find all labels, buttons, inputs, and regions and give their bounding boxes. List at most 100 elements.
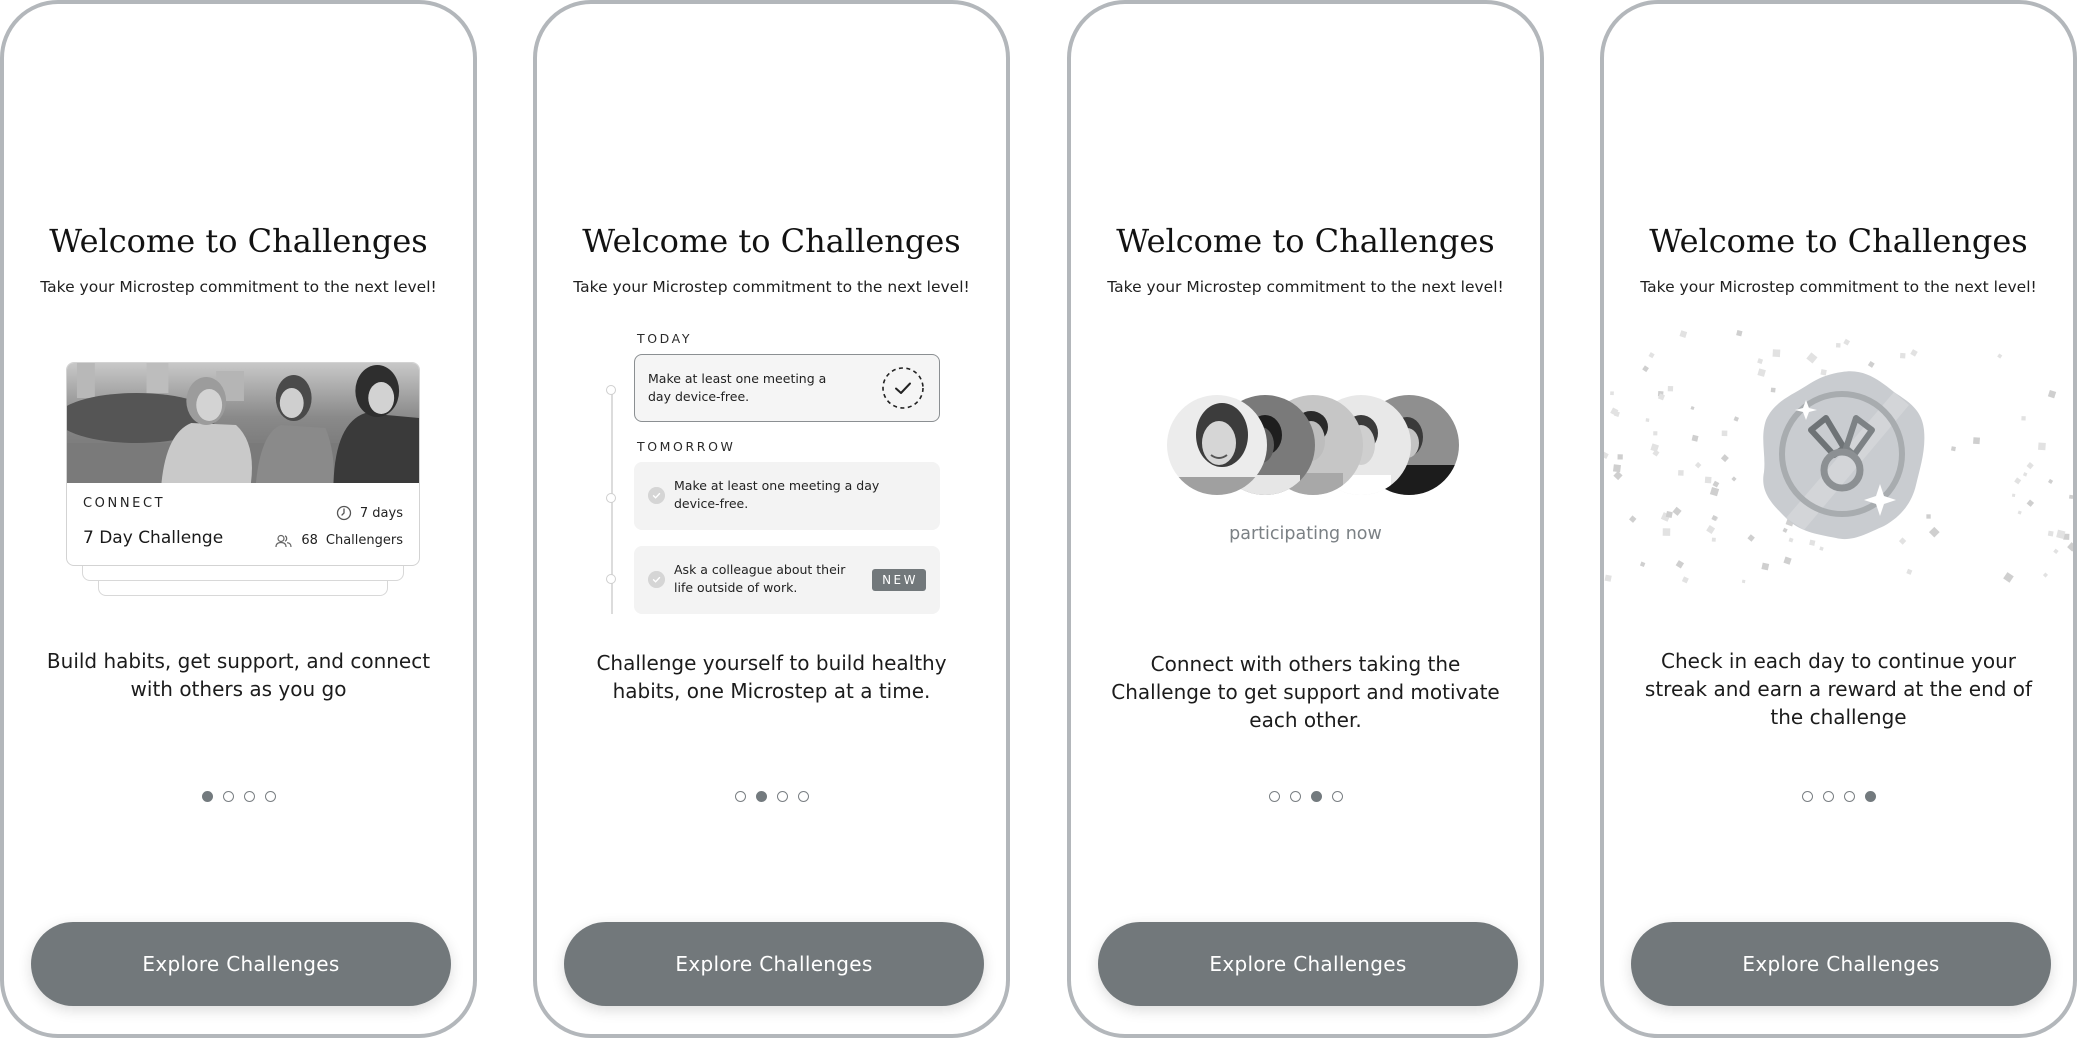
confetti-piece [1650, 443, 1659, 452]
screen-description: Connect with others taking the Challenge… [1111, 652, 1500, 732]
screen-subtitle: Take your Microstep commitment to the ne… [573, 278, 970, 296]
confetti-piece [1843, 338, 1851, 346]
check-in-icon[interactable] [881, 366, 925, 410]
page-dot-1[interactable] [1801, 791, 1813, 802]
confetti-piece [2067, 542, 2073, 552]
onboarding-screen-4: Welcome to Challenges Take your Microste… [1600, 0, 2077, 1038]
tomorrow-step-card[interactable]: Make at least one meeting a day device-f… [634, 462, 940, 530]
page-dot-3[interactable] [1843, 791, 1855, 802]
confetti-piece [2026, 499, 2035, 507]
confetti-piece [2011, 493, 2016, 498]
page-dot-2[interactable] [1289, 791, 1301, 802]
confetti-piece [1709, 486, 1720, 497]
confetti-piece [1681, 576, 1689, 584]
confetti-piece [1757, 358, 1764, 365]
confetti-piece [2022, 472, 2028, 477]
page-dot-4[interactable] [264, 791, 276, 802]
explore-challenges-button[interactable]: Explore Challenges [31, 922, 451, 1006]
confetti-piece [1604, 574, 1612, 582]
page-dot-3[interactable] [776, 791, 788, 802]
page-dot-1[interactable] [734, 791, 746, 802]
confetti-piece [1835, 343, 1841, 348]
confetti-piece [1899, 352, 1906, 359]
confetti-piece [1788, 537, 1794, 543]
confetti-piece [1720, 454, 1729, 463]
page-indicator [537, 791, 1006, 802]
confetti-piece [1645, 418, 1650, 422]
new-badge: NEW [872, 569, 926, 591]
confetti-piece [2021, 416, 2026, 421]
confetti-piece [1926, 514, 1931, 519]
confetti-piece [1675, 560, 1685, 569]
page-dot-4[interactable] [797, 791, 809, 802]
confetti-piece [1733, 416, 1739, 422]
confetti-piece [1665, 510, 1673, 519]
confetti-piece [1662, 528, 1671, 536]
explore-challenges-button[interactable]: Explore Challenges [564, 922, 984, 1006]
page-dot-3[interactable] [243, 791, 255, 802]
confetti-piece [1672, 506, 1682, 516]
confetti-piece [2053, 548, 2059, 554]
page-dot-2[interactable] [222, 791, 234, 802]
screen-description: Check in each day to continue your strea… [1644, 649, 2033, 729]
confetti-piece [1617, 454, 1623, 460]
screen-description: Build habits, get support, and connect w… [46, 649, 431, 701]
confetti-piece [1973, 437, 1980, 445]
step-text: Make at least one meeting a day device-f… [674, 478, 880, 511]
confetti-piece [1604, 451, 1609, 459]
confetti-piece [1819, 546, 1824, 551]
screen-description: Challenge yourself to build healthy habi… [596, 651, 947, 703]
confetti-piece [1731, 476, 1737, 482]
page-dot-1[interactable] [1268, 791, 1280, 802]
onboarding-screen-3: Welcome to Challenges Take your Microste… [1067, 0, 1544, 1038]
challengers-count: 68 Challengers [275, 533, 403, 548]
challengers-label: Challengers [325, 533, 403, 548]
onboarding-screen-1: Welcome to Challenges Take your Microste… [0, 0, 477, 1038]
confetti-piece [2038, 442, 2046, 451]
confetti-piece [1783, 556, 1792, 565]
explore-challenges-button[interactable]: Explore Challenges [1098, 922, 1518, 1006]
avatar [1167, 395, 1267, 495]
challenge-card[interactable]: CONNECT 7 Day Challenge 7 days 68 Challe… [66, 362, 420, 566]
page-indicator [4, 791, 473, 802]
confetti-piece [1610, 391, 1614, 396]
group-photo-icon [67, 363, 419, 483]
confetti-piece [1629, 515, 1637, 523]
confetti-piece [1653, 431, 1658, 436]
confetti-piece [2026, 462, 2034, 470]
confetti-piece [1772, 349, 1781, 358]
screen-subtitle: Take your Microstep commitment to the ne… [1640, 278, 2037, 296]
today-label: TODAY [637, 331, 693, 346]
confetti-piece [1741, 579, 1746, 584]
page-indicator [1604, 791, 2073, 802]
confetti-piece [1806, 352, 1818, 364]
confetti-piece [1757, 368, 1766, 377]
page-indicator [1071, 791, 1540, 802]
confetti-piece [1747, 534, 1755, 542]
today-step-card[interactable]: Make at least one meeting a day device-f… [634, 354, 940, 422]
page-dot-2[interactable] [1822, 791, 1834, 802]
confetti-piece [1690, 406, 1695, 411]
screen-title: Welcome to Challenges [1649, 222, 2028, 260]
page-dot-3[interactable] [1310, 791, 1322, 802]
confetti-piece [2047, 390, 2057, 399]
confetti-piece [1612, 464, 1621, 473]
tomorrow-step-card[interactable]: Ask a colleague about their life outside… [634, 546, 940, 614]
screen-title: Welcome to Challenges [1116, 222, 1495, 260]
confetti-piece [2042, 572, 2049, 578]
challengers-number: 68 [301, 533, 318, 548]
confetti-piece [1679, 330, 1688, 338]
screen-title: Welcome to Challenges [582, 222, 961, 260]
page-dot-1[interactable] [201, 791, 213, 802]
page-dot-4[interactable] [1864, 791, 1876, 802]
challenge-card-stack: CONNECT 7 Day Challenge 7 days 68 Challe… [66, 362, 420, 597]
page-dot-2[interactable] [755, 791, 767, 802]
onboarding-screen-2: Welcome to Challenges Take your Microste… [533, 0, 1010, 1038]
confetti-piece [1906, 568, 1913, 575]
screen-subtitle: Take your Microstep commitment to the ne… [1107, 278, 1504, 296]
check-circle-icon [648, 571, 665, 588]
step-text: Make at least one meeting a day device-f… [648, 371, 827, 404]
confetti-piece [1721, 430, 1728, 437]
explore-challenges-button[interactable]: Explore Challenges [1631, 922, 2051, 1006]
page-dot-4[interactable] [1331, 791, 1343, 802]
